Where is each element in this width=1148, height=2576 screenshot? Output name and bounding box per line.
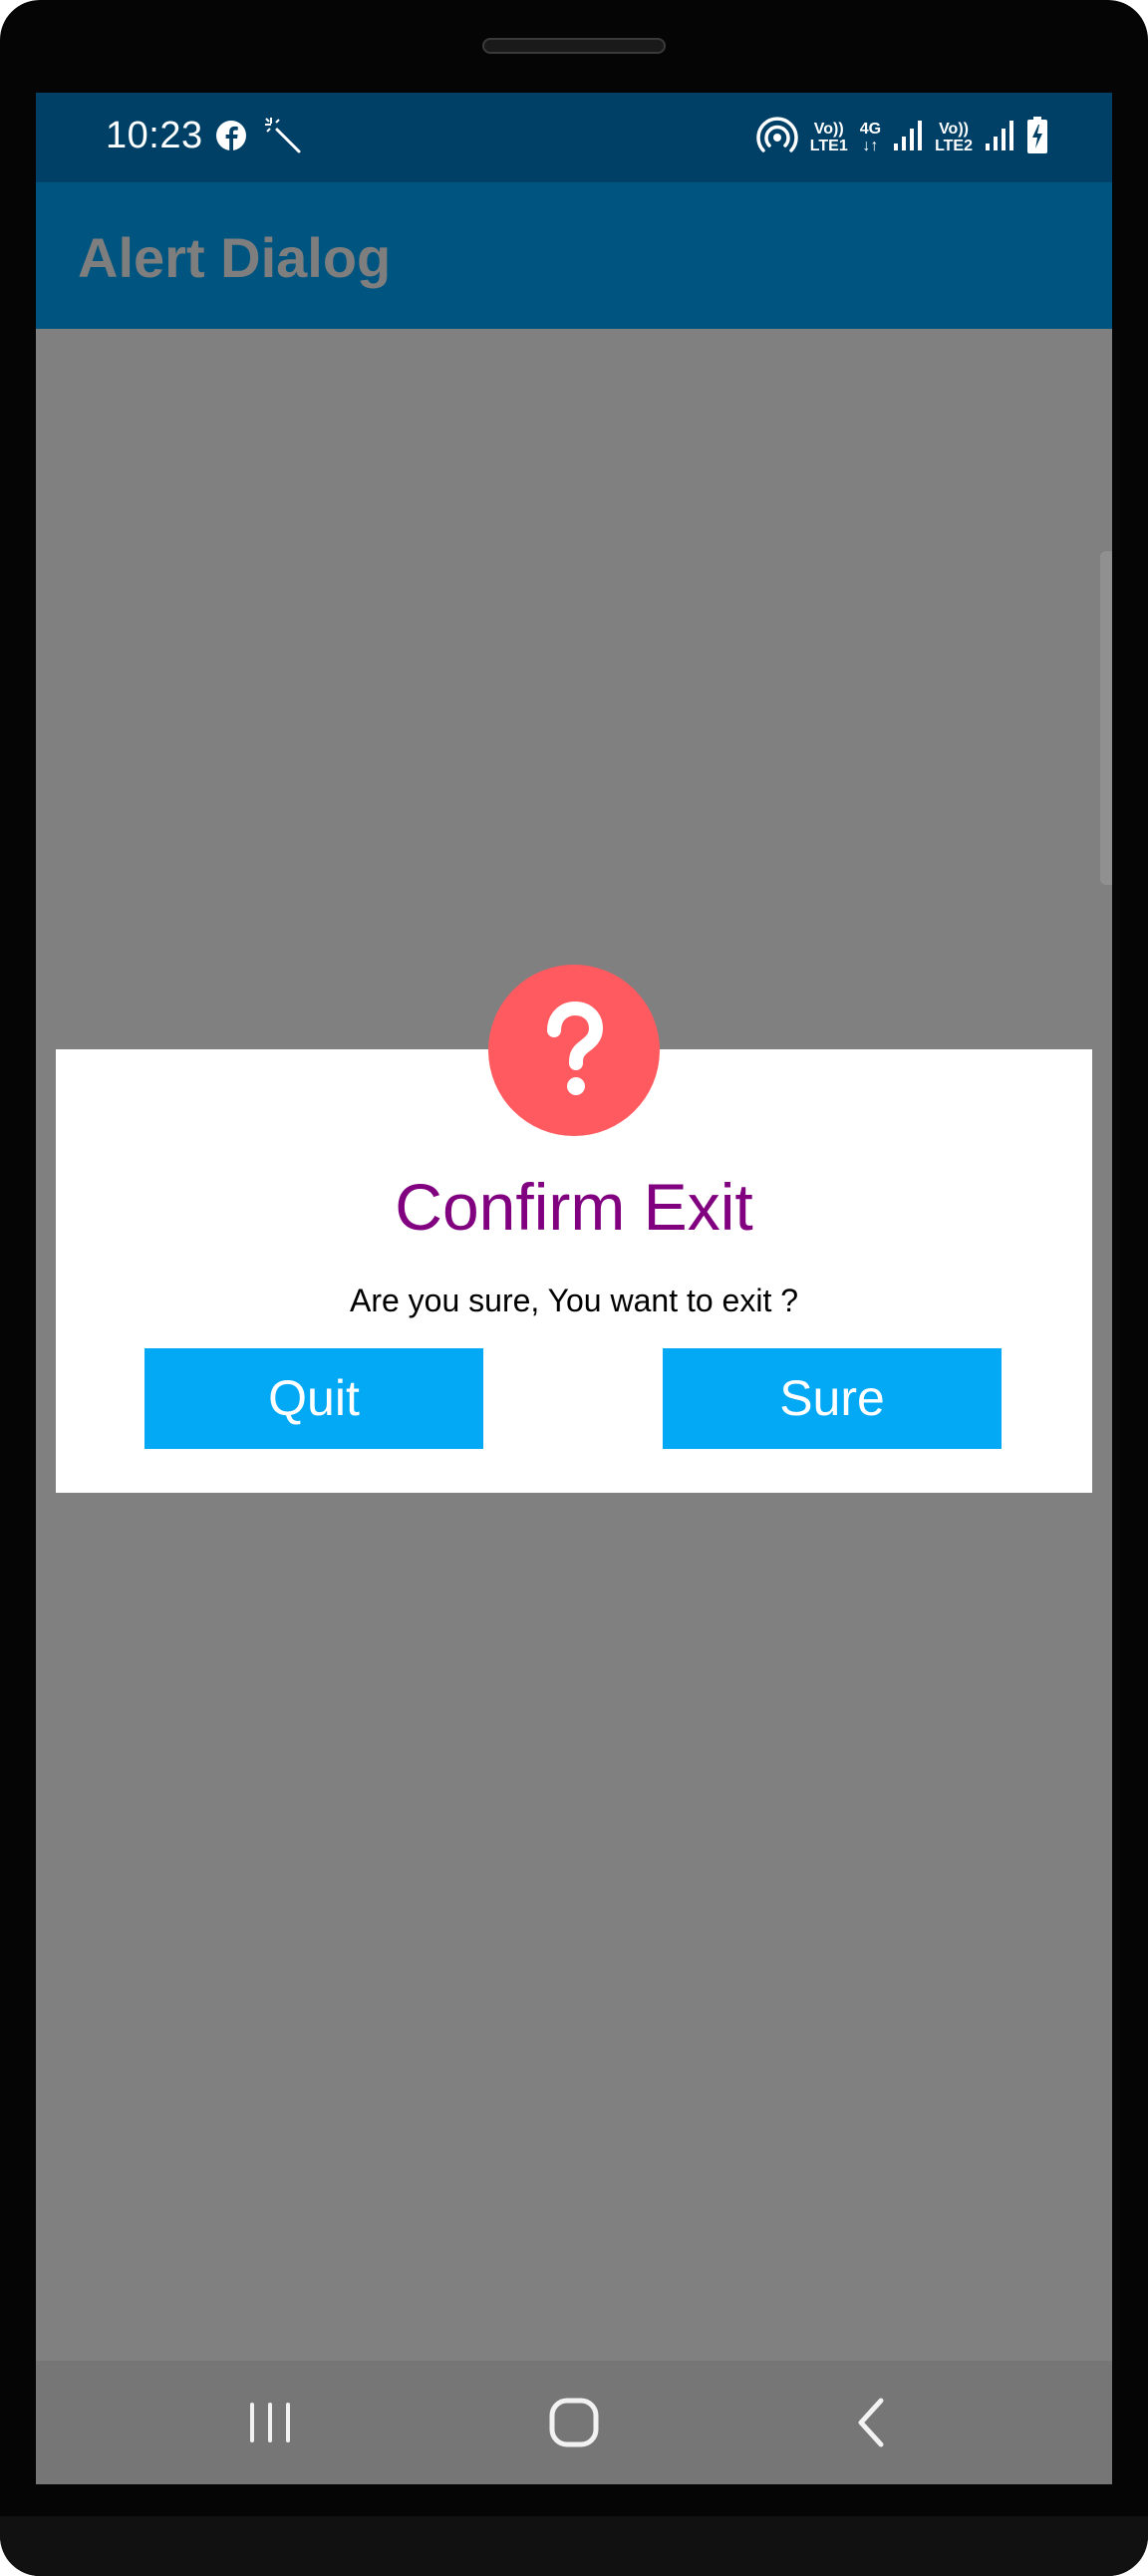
app-title: Alert Dialog	[78, 226, 392, 289]
quit-button[interactable]: Quit	[144, 1348, 483, 1449]
status-time: 10:23	[106, 115, 203, 156]
bottom-bezel	[0, 2516, 1148, 2576]
phone-frame: 10:23 Vo)) LTE1 4G ↓↑ Vo)) LTE2 Alert Di…	[0, 0, 1148, 2576]
sim2-lte-label: LTE2	[935, 138, 973, 154]
status-left-icons	[215, 113, 303, 162]
sim2-volte-label: Vo))	[939, 121, 969, 138]
hotspot-icon	[756, 116, 798, 160]
recents-icon[interactable]	[238, 2391, 302, 2454]
signal-icon	[985, 120, 1014, 156]
sim1-volte-label: Vo))	[813, 121, 844, 138]
question-mark-icon	[488, 965, 660, 1136]
magic-wand-icon	[263, 116, 303, 160]
data-activity-arrows: ↓↑	[862, 138, 879, 154]
sure-button[interactable]: Sure	[663, 1348, 1002, 1449]
dialog-message: Are you sure, You want to exit ?	[349, 1283, 799, 1318]
status-right-icons: Vo)) LTE1 4G ↓↑ Vo)) LTE2	[756, 111, 1048, 164]
facebook-icon	[215, 120, 247, 156]
home-icon[interactable]	[542, 2391, 606, 2454]
earpiece-speaker	[482, 38, 666, 54]
signal-icon	[893, 120, 923, 156]
back-icon[interactable]	[839, 2391, 903, 2454]
scroll-indicator	[1100, 551, 1112, 885]
data-type-label: 4G	[859, 121, 882, 138]
battery-charging-icon	[1026, 116, 1048, 159]
volte-lte2-icon: Vo)) LTE2	[935, 121, 973, 154]
dialog-title: Confirm Exit	[395, 1170, 753, 1244]
app-bar: Alert Dialog	[36, 182, 1112, 329]
sim1-lte-label: LTE1	[809, 138, 848, 154]
navigation-bar	[36, 2361, 1112, 2484]
4g-data-icon: 4G ↓↑	[860, 121, 881, 154]
screen: 10:23 Vo)) LTE1 4G ↓↑ Vo)) LTE2 Alert Di…	[36, 93, 1112, 2484]
status-bar: 10:23 Vo)) LTE1 4G ↓↑ Vo)) LTE2	[36, 93, 1112, 182]
volte-lte1-icon: Vo)) LTE1	[810, 121, 848, 154]
